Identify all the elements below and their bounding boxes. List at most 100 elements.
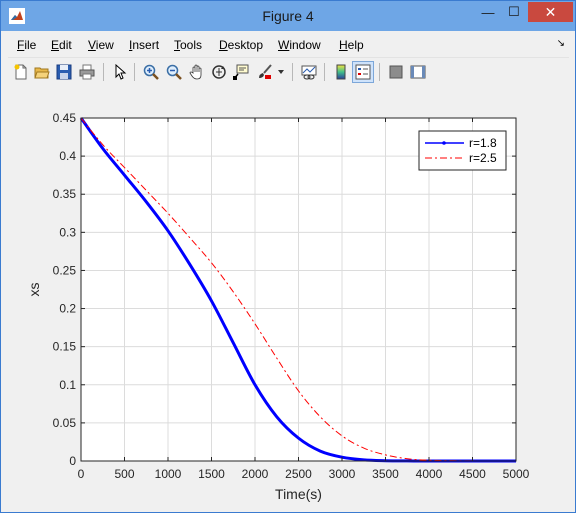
y-tick-label: 0.45 xyxy=(53,111,77,125)
brush-button[interactable] xyxy=(256,63,274,81)
menu-tools[interactable]: Tools xyxy=(174,38,202,52)
y-tick-label: 0.05 xyxy=(53,416,77,430)
legend-label-1: r=1.8 xyxy=(469,136,497,150)
rotate-3d-icon xyxy=(212,65,226,79)
x-tick-label: 1500 xyxy=(198,467,225,481)
toolbar-separator xyxy=(103,63,104,81)
figure-canvas[interactable]: 0 500 1000 1500 2000 2500 3000 3500 4000 4500 5000… xyxy=(8,86,569,507)
open-file-button[interactable] xyxy=(33,63,51,81)
menu-tools-label: ools xyxy=(180,38,203,52)
menu-help-accel: H xyxy=(339,38,348,52)
new-figure-button[interactable] xyxy=(12,63,30,81)
menu-help[interactable]: Help xyxy=(339,38,364,52)
menu-edit-label: dit xyxy=(59,38,72,52)
figure-window: Figure 4 — ☐ ✕ File Edit View Insert Too… xyxy=(0,0,576,513)
zoom-in-icon xyxy=(143,64,159,80)
dock-arrow-icon[interactable]: ↘ xyxy=(557,38,565,49)
show-plot-tools-button[interactable] xyxy=(409,63,427,81)
y-axis-label: xs xyxy=(26,283,42,297)
legend-icon xyxy=(355,64,371,80)
insert-legend-button[interactable] xyxy=(352,61,374,83)
y-tick-label: 0.2 xyxy=(59,302,76,316)
save-button[interactable] xyxy=(55,63,73,81)
print-icon xyxy=(79,64,95,80)
menu-help-label: elp xyxy=(347,38,364,52)
data-cursor-button[interactable] xyxy=(232,63,250,81)
new-figure-icon xyxy=(14,64,27,80)
maximize-icon: ☐ xyxy=(508,4,520,19)
toolbar-separator xyxy=(292,63,293,81)
edit-plot-button[interactable] xyxy=(111,63,129,81)
menu-file[interactable]: File xyxy=(17,38,36,52)
minimize-icon: — xyxy=(481,4,495,20)
toolbar-separator xyxy=(134,63,135,81)
hide-plot-tools-icon xyxy=(389,65,403,79)
menu-window-accel: W xyxy=(278,38,290,52)
y-tick-label: 0.4 xyxy=(59,149,76,163)
pan-button[interactable] xyxy=(188,63,206,81)
link-plot-button[interactable] xyxy=(300,63,318,81)
y-tick-label: 0.3 xyxy=(59,225,76,239)
x-tick-label: 3000 xyxy=(329,467,356,481)
title-bar[interactable]: Figure 4 — ☐ ✕ xyxy=(1,1,575,31)
open-folder-icon xyxy=(34,67,50,79)
x-tick-label: 4500 xyxy=(459,467,486,481)
maximize-button[interactable]: ☐ xyxy=(501,2,527,22)
y-tick-label: 0.25 xyxy=(53,263,77,277)
colorbar-icon xyxy=(336,64,346,80)
menu-desktop-label: esktop xyxy=(227,38,264,52)
menu-view[interactable]: View xyxy=(88,38,114,52)
close-icon: ✕ xyxy=(544,3,557,20)
x-tick-label: 2500 xyxy=(285,467,312,481)
menu-view-label: iew xyxy=(95,38,114,52)
menu-desktop[interactable]: Desktop xyxy=(219,38,263,52)
legend-marker xyxy=(442,141,446,145)
print-button[interactable] xyxy=(78,63,96,81)
save-icon xyxy=(56,64,72,80)
menu-file-label: ile xyxy=(24,38,37,52)
menu-insert-label: nsert xyxy=(132,38,160,52)
show-plot-tools-icon xyxy=(410,65,426,79)
y-tick-label: 0 xyxy=(69,454,76,468)
x-tick-label: 500 xyxy=(114,467,134,481)
x-axis-label: Time(s) xyxy=(275,486,322,502)
menu-edit[interactable]: Edit xyxy=(51,38,72,52)
pan-hand-icon xyxy=(189,64,202,80)
y-tick-label: 0.15 xyxy=(53,340,77,354)
x-tick-label: 1000 xyxy=(155,467,182,481)
brush-dropdown-button[interactable] xyxy=(276,63,286,81)
pointer-arrow-icon xyxy=(115,64,127,80)
zoom-out-button[interactable] xyxy=(165,63,183,81)
toolbar-separator xyxy=(379,63,380,81)
data-cursor-icon xyxy=(233,64,249,80)
menu-bar: File Edit View Insert Tools Desktop Wind… xyxy=(8,34,569,56)
hide-plot-tools-button[interactable] xyxy=(387,63,405,81)
toolbar-separator xyxy=(324,63,325,81)
menu-edit-accel: E xyxy=(51,38,60,52)
menu-window[interactable]: Window xyxy=(278,38,321,52)
zoom-out-icon xyxy=(166,64,182,80)
x-tick-label: 0 xyxy=(78,467,85,481)
menu-desktop-accel: D xyxy=(219,38,228,52)
insert-colorbar-button[interactable] xyxy=(332,63,350,81)
x-tick-label: 2000 xyxy=(242,467,269,481)
menu-view-accel: V xyxy=(88,38,96,52)
menu-window-label: indow xyxy=(289,38,321,52)
menu-insert[interactable]: Insert xyxy=(129,38,159,52)
legend-label-2: r=2.5 xyxy=(469,151,497,165)
brush-icon xyxy=(259,64,272,79)
zoom-in-button[interactable] xyxy=(142,63,160,81)
x-tick-label: 4000 xyxy=(416,467,443,481)
y-tick-label: 0.35 xyxy=(53,187,77,201)
close-button[interactable]: ✕ xyxy=(528,2,573,22)
rotate-3d-button[interactable] xyxy=(210,63,228,81)
minimize-button[interactable]: — xyxy=(475,2,501,22)
figure-toolbar xyxy=(8,57,569,87)
link-plot-icon xyxy=(301,65,317,80)
line-chart[interactable]: 0 500 1000 1500 2000 2500 3000 3500 4000 4500 5000… xyxy=(8,86,569,507)
dropdown-arrow-icon xyxy=(278,70,284,74)
y-tick-label: 0.1 xyxy=(59,378,76,392)
x-tick-label: 5000 xyxy=(503,467,530,481)
x-tick-label: 3500 xyxy=(372,467,399,481)
legend[interactable]: r=1.8r=2.5 xyxy=(418,130,507,171)
